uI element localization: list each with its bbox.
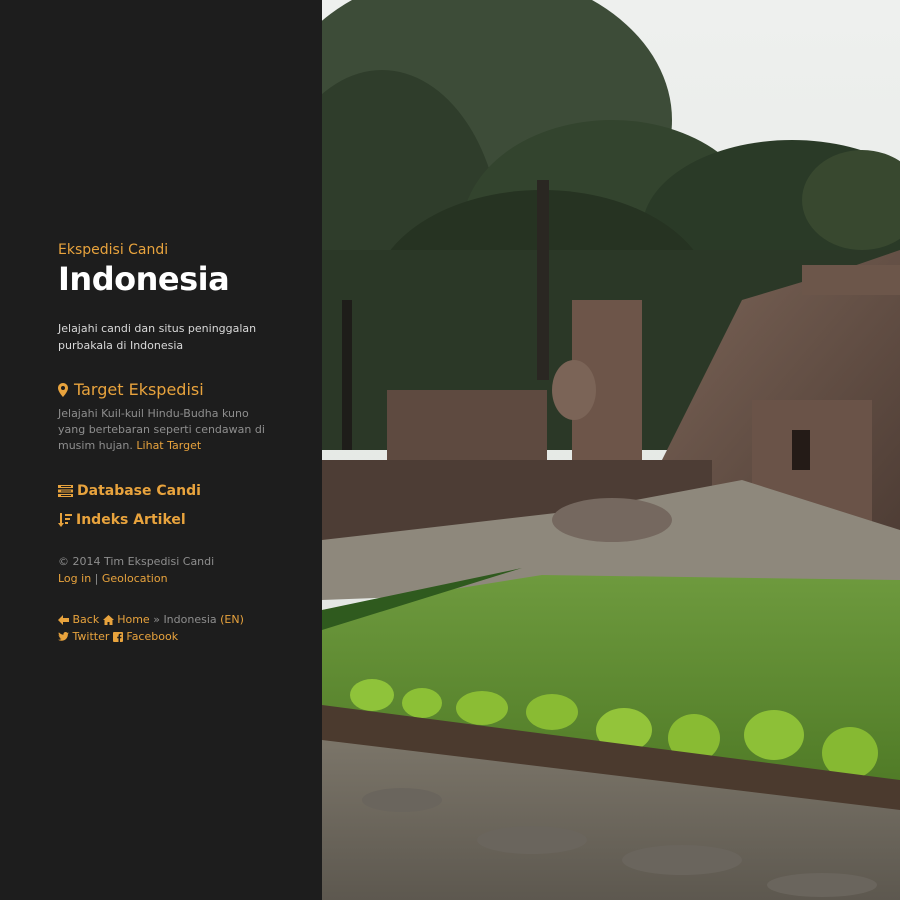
nav-database-candi-label: Database Candi	[77, 483, 201, 499]
temple-photo	[322, 0, 900, 900]
facebook-icon	[112, 632, 123, 642]
facebook-link[interactable]: Facebook	[112, 630, 179, 643]
breadcrumb-current: Indonesia	[163, 613, 217, 626]
site-subtitle: Ekspedisi Candi	[58, 242, 169, 258]
home-link[interactable]: Home	[102, 613, 153, 626]
breadcrumb-chevrons: »	[153, 613, 160, 626]
site-tagline: Jelajahi candi dan situs peninggalan pur…	[58, 322, 257, 352]
breadcrumb: Back Home » Indonesia (EN)	[58, 611, 278, 628]
twitter-label: Twitter	[72, 630, 110, 643]
back-link[interactable]: Back	[58, 613, 103, 626]
twitter-link[interactable]: Twitter	[58, 630, 113, 643]
footer-separator: |	[94, 572, 99, 585]
see-target-link[interactable]: Lihat Target	[136, 439, 201, 452]
twitter-icon	[58, 632, 69, 641]
geolocation-link[interactable]: Geolocation	[102, 572, 168, 585]
footer: © 2014 Tim Ekspedisi Candi Log in | Geol…	[58, 553, 278, 587]
nav-database-candi[interactable]: Database Candi	[58, 482, 278, 500]
arrow-left-icon	[58, 615, 69, 625]
footer-links: Log in | Geolocation	[58, 570, 278, 587]
home-icon	[102, 615, 114, 625]
nav-indeks-artikel[interactable]: Indeks Artikel	[58, 511, 278, 529]
background-photo	[322, 0, 900, 900]
language-link[interactable]: (EN)	[220, 613, 244, 626]
sort-icon	[58, 513, 72, 527]
target-description: Jelajahi Kuil-kuil Hindu-Budha kuno yang…	[58, 406, 278, 454]
home-label: Home	[117, 613, 150, 626]
target-title: Target Ekspedisi	[74, 380, 204, 399]
database-icon	[58, 485, 73, 497]
sidebar: Ekspedisi Candi Indonesia Jelajahi candi…	[0, 0, 322, 900]
bottom-links: Back Home » Indonesia (EN) Twitter Faceb…	[58, 611, 278, 645]
facebook-label: Facebook	[126, 630, 179, 643]
nav-indeks-artikel-label: Indeks Artikel	[76, 512, 186, 528]
social-links: Twitter Facebook	[58, 628, 278, 645]
copyright: © 2014 Tim Ekspedisi Candi	[58, 555, 215, 568]
sidebar-content: Ekspedisi Candi Indonesia Jelajahi candi…	[58, 241, 278, 645]
map-marker-icon	[58, 383, 68, 397]
target-heading: Target Ekspedisi	[58, 380, 278, 400]
back-label: Back	[72, 613, 100, 626]
site-title[interactable]: Indonesia	[58, 260, 278, 298]
login-link[interactable]: Log in	[58, 572, 91, 585]
